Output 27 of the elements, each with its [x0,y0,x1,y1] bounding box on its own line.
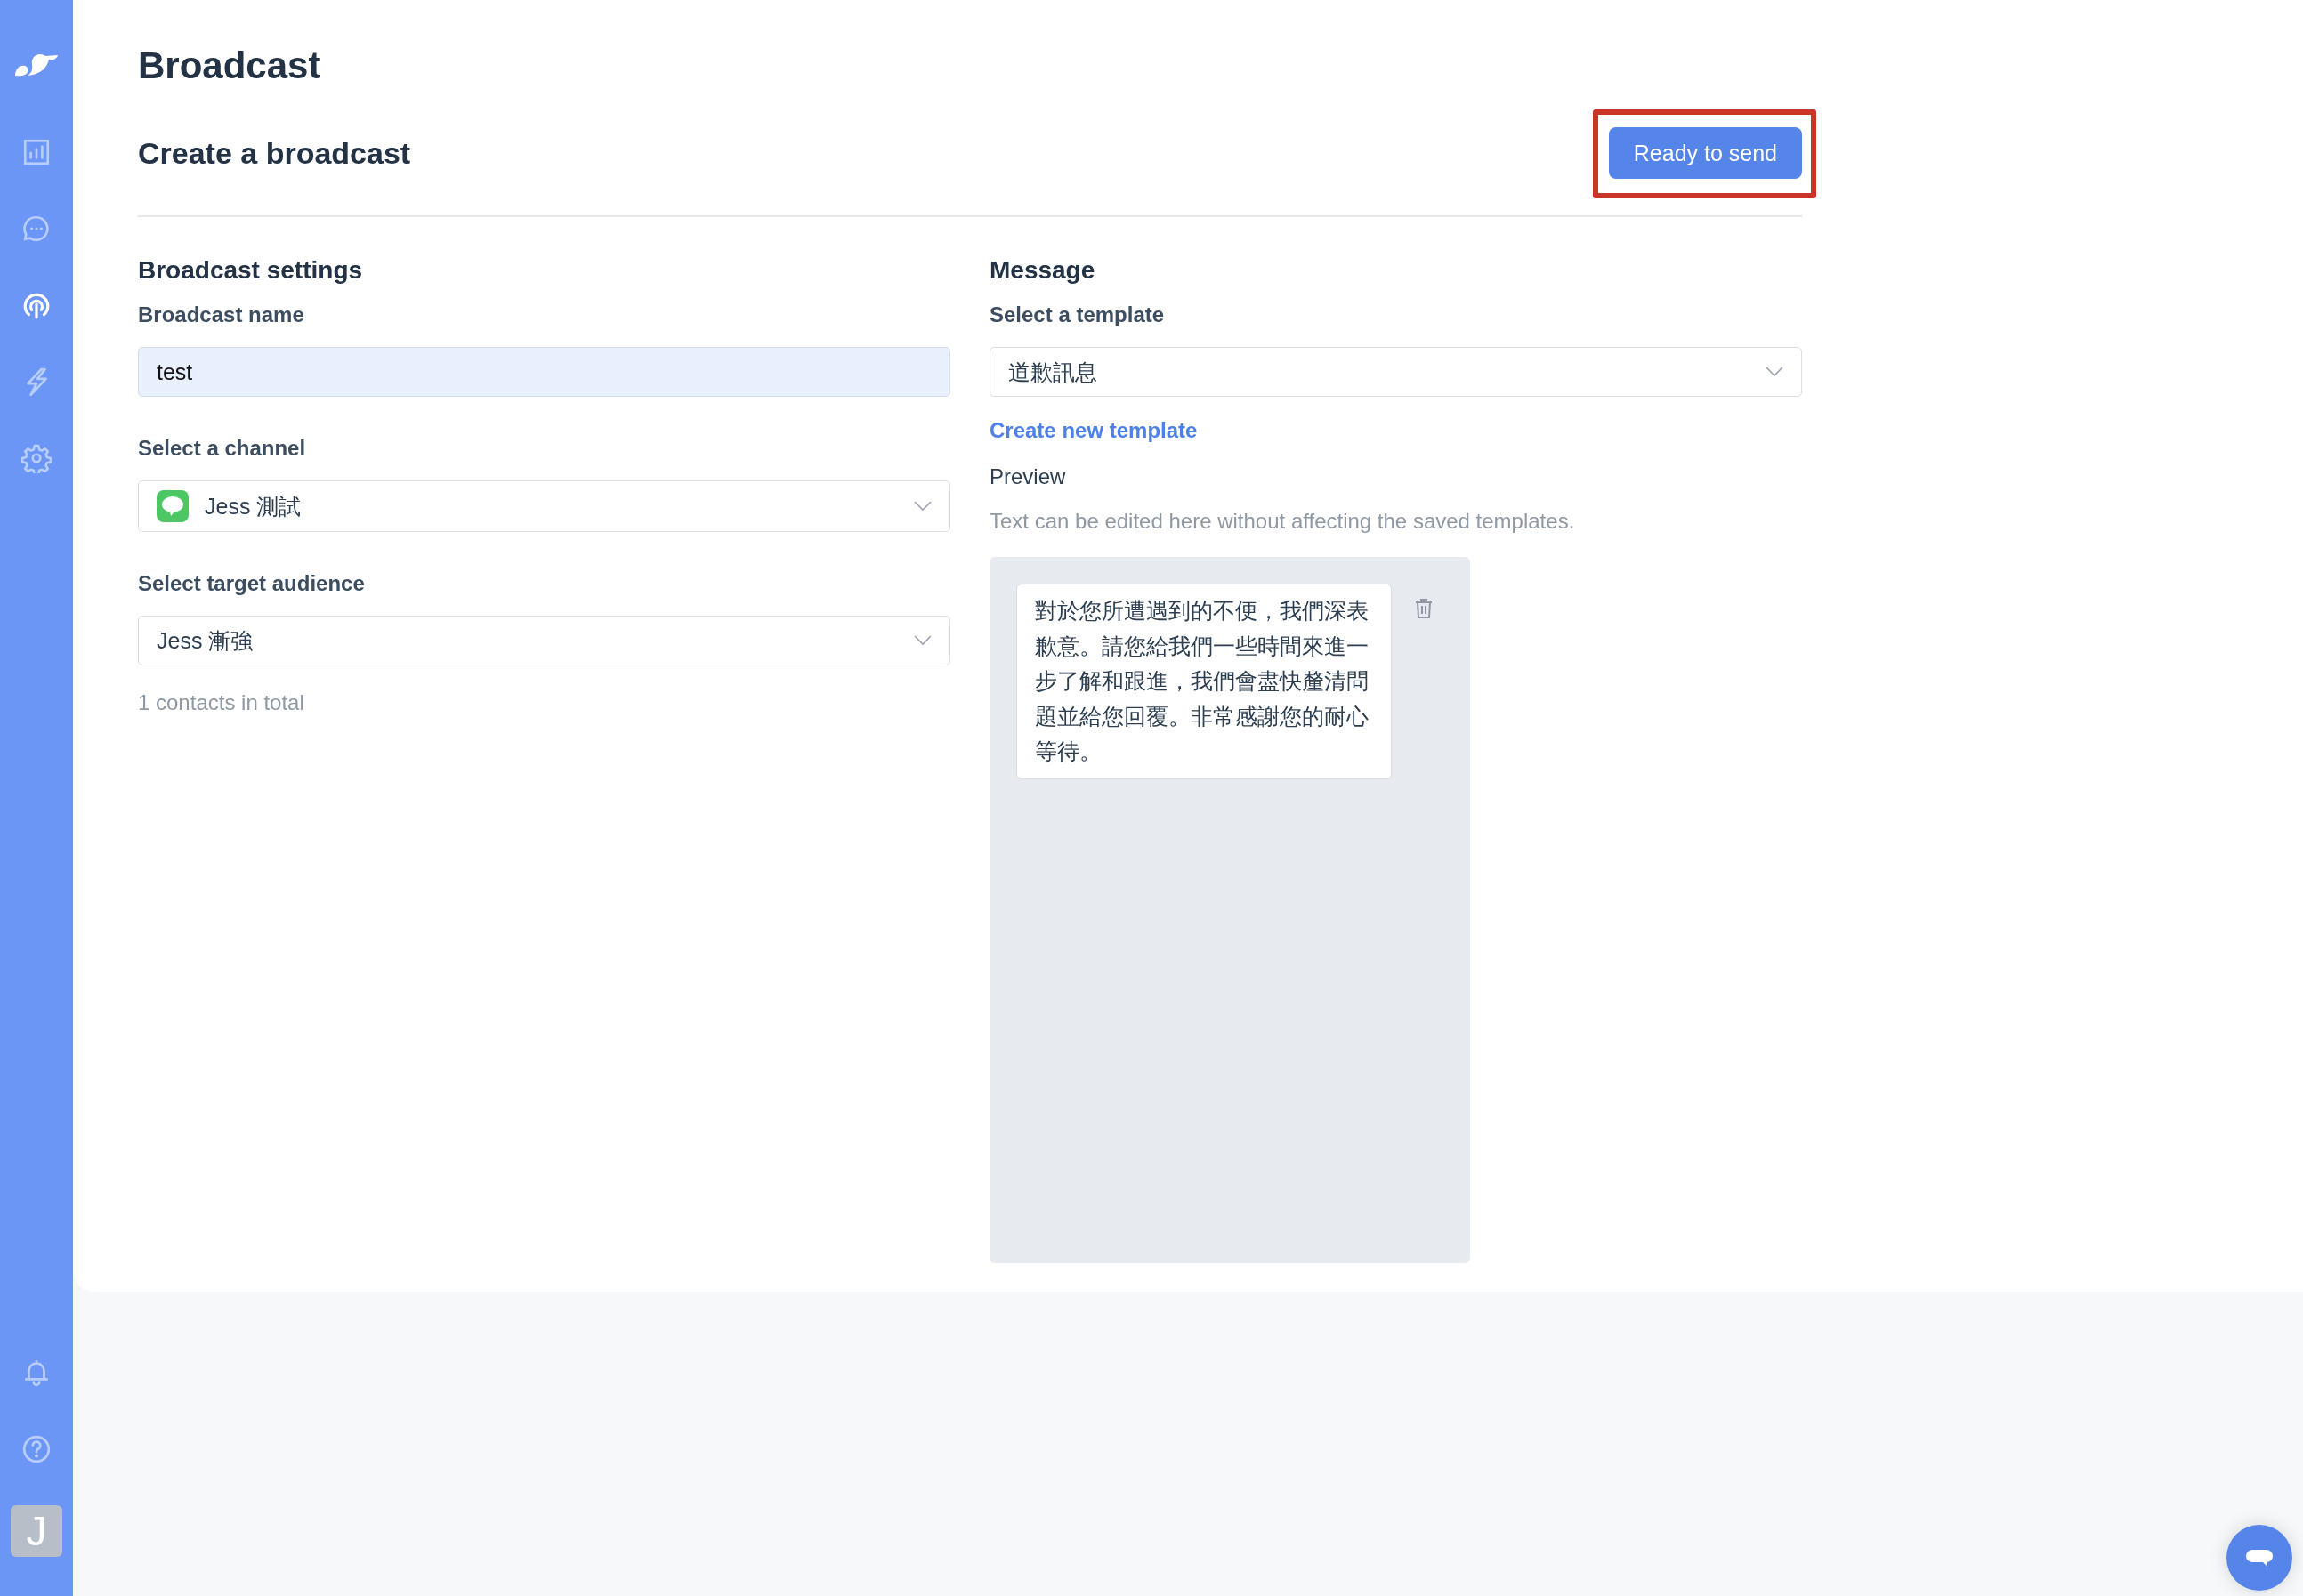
chart-icon[interactable] [21,137,52,167]
chevron-down-icon [914,501,932,512]
hint-text: Text can be edited here without affecting the saved templates. [990,509,1575,534]
field-label: Select target audience [138,571,365,596]
settings-icon[interactable] [21,443,52,473]
page-title: Broadcast [138,44,322,88]
chevron-down-icon [914,635,932,646]
create-template-link[interactable]: Create new template [990,418,1198,443]
message-bubble[interactable]: 對於您所遭遇到的不便，我們深表歉意。請您給我們一些時間來進一步了解和跟進，我們會盡快釐清問題並給您回覆。非常感謝您的耐心等待。 [1016,584,1392,779]
trash-icon[interactable] [1415,598,1433,619]
section-heading: Broadcast settings [138,256,363,285]
chevron-down-icon [1766,367,1783,377]
chat-bubble-icon[interactable] [21,214,52,244]
field-label: Select a channel [138,436,306,461]
section-heading: Message [990,256,1095,285]
dropdown[interactable]: Jess 漸強 [138,616,950,665]
dropdown[interactable]: 道歉訊息 [990,347,1802,397]
dropdown[interactable]: Jess 測試 [138,480,950,532]
chat-app-icon [157,490,189,522]
preview-label: Preview [990,464,1066,489]
contacts-count: 1 contacts in total [138,690,304,715]
section-title: Create a broadcast [138,135,411,171]
field-label: Select a template [990,302,1165,327]
input-field[interactable]: test [138,347,950,397]
ready-to-send-button[interactable]: Ready to send [1608,127,1802,179]
field-label: Broadcast name [138,302,304,327]
help-icon[interactable] [21,1434,52,1464]
